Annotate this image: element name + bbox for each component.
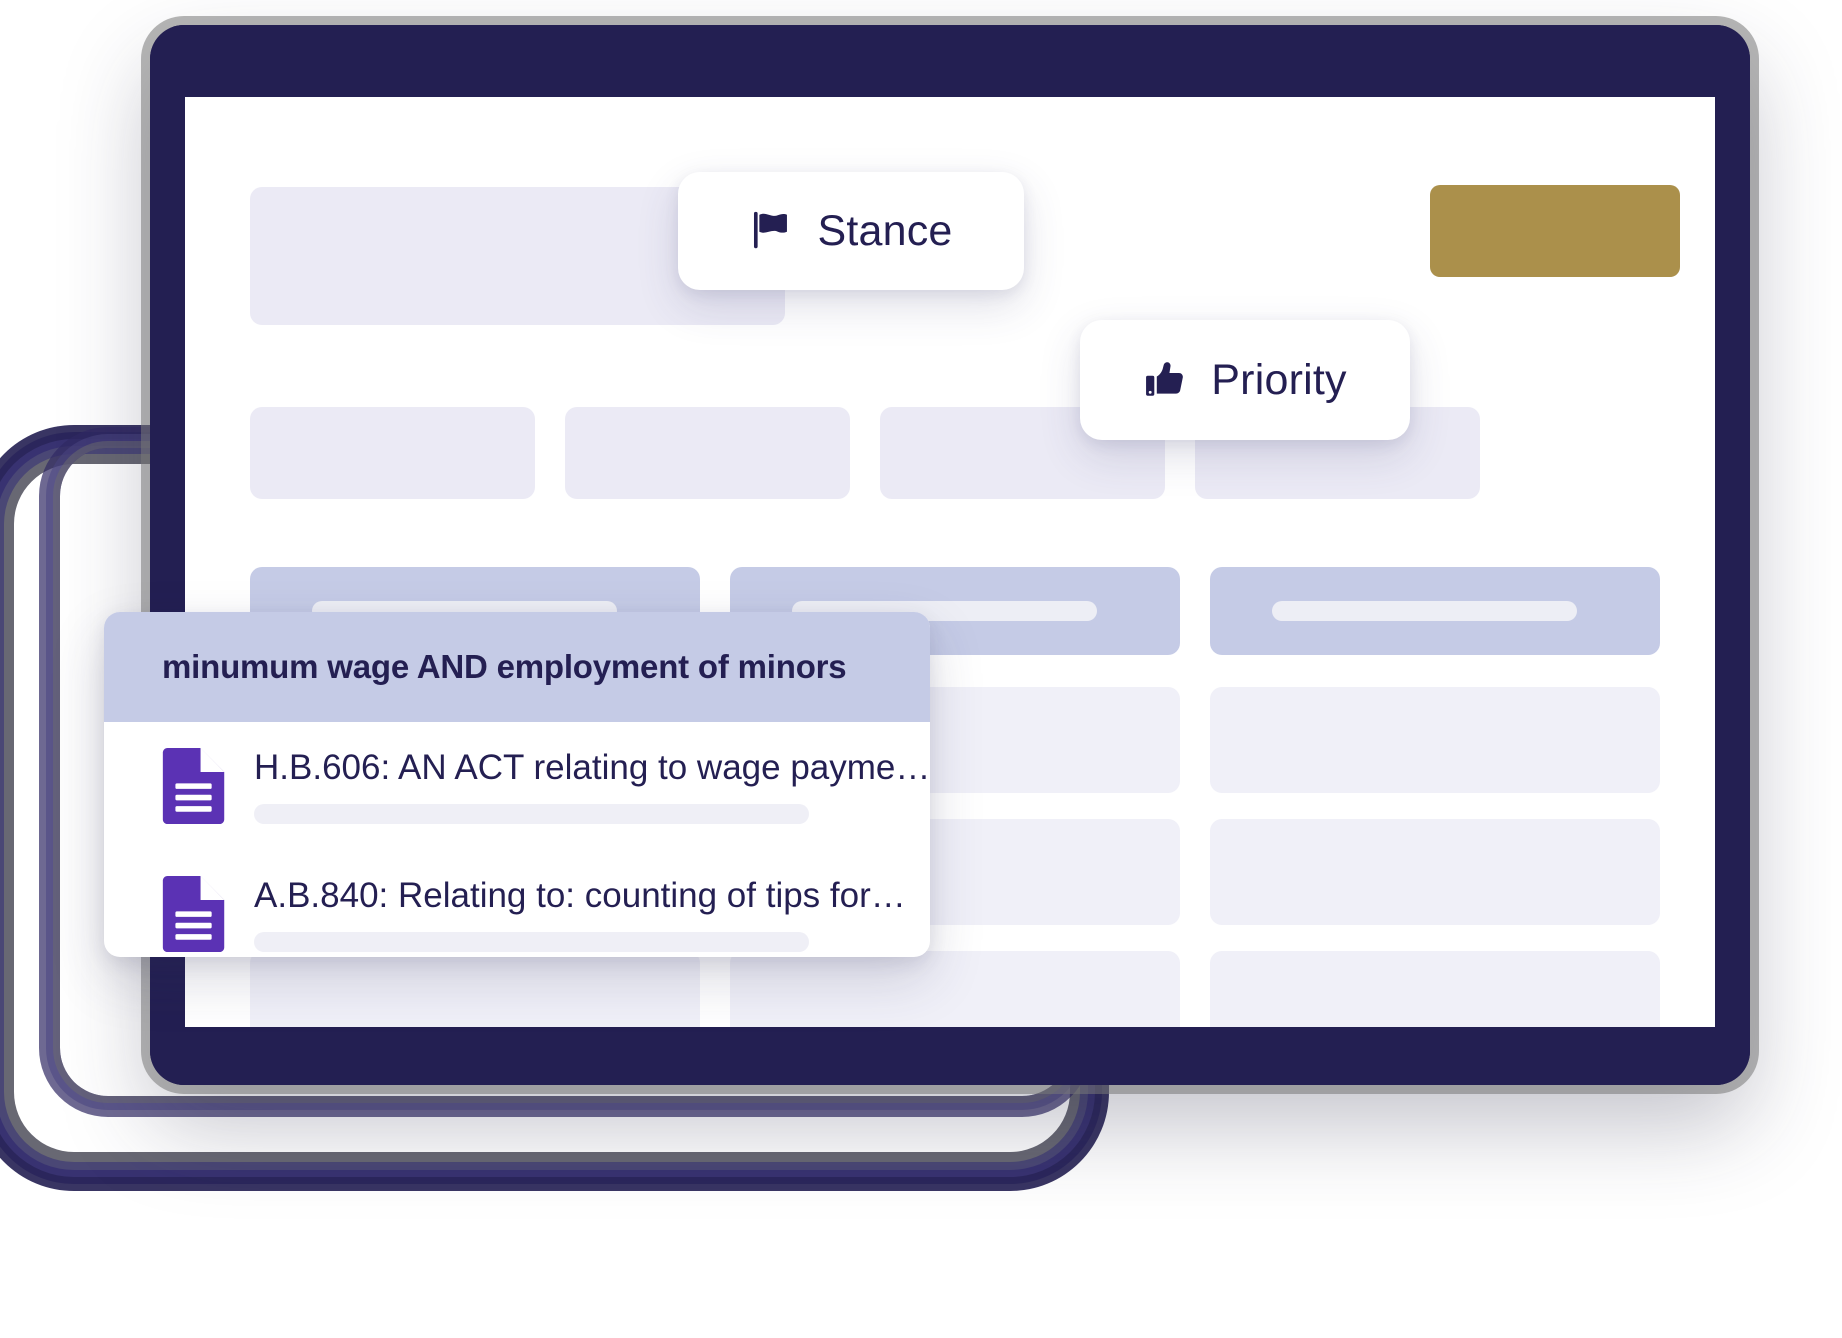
skeleton-row-block	[250, 951, 700, 1027]
list-item-placeholder-bar	[254, 803, 809, 824]
search-results-header: minumum wage AND employment of minors	[104, 612, 930, 722]
list-item-body: H.B.606: AN ACT relating to wage payme…	[254, 744, 930, 824]
browser-bottom-bar	[150, 1027, 1750, 1085]
skeleton-filter-box-1[interactable]	[250, 407, 535, 499]
search-results-list: H.B.606: AN ACT relating to wage payme… …	[104, 722, 930, 957]
search-results-panel: minumum wage AND employment of minors H.…	[104, 612, 930, 957]
skeleton-filter-box-2[interactable]	[565, 407, 850, 499]
thumbs-up-icon	[1143, 357, 1189, 403]
feature-card-stance[interactable]: Stance	[678, 172, 1024, 290]
document-icon	[162, 876, 228, 957]
skeleton-row-block	[1210, 687, 1660, 793]
skeleton-column-header-3	[1210, 567, 1660, 655]
feature-card-label: Stance	[817, 206, 953, 255]
document-icon	[162, 748, 228, 829]
skeleton-row-block	[1210, 951, 1660, 1027]
skeleton-column-header-pill	[1272, 601, 1577, 621]
feature-card-priority[interactable]: Priority	[1080, 320, 1410, 440]
search-query-text: minumum wage AND employment of minors	[162, 648, 847, 685]
feature-card-label: Priority	[1211, 355, 1347, 404]
skeleton-row-block	[730, 951, 1180, 1027]
list-item[interactable]: H.B.606: AN ACT relating to wage payme…	[104, 744, 930, 872]
list-item-title: H.B.606: AN ACT relating to wage payme…	[254, 748, 930, 787]
list-item[interactable]: A.B.840: Relating to: counting of tips f…	[104, 872, 930, 957]
browser-title-bar	[150, 25, 1750, 97]
primary-action-button[interactable]	[1430, 185, 1680, 277]
skeleton-row-block	[1210, 819, 1660, 925]
screenshot-root: Stance Priority minumum wage AND employm…	[0, 0, 1842, 1338]
list-item-title: A.B.840: Relating to: counting of tips f…	[254, 876, 906, 915]
flag-icon	[749, 208, 795, 254]
list-item-body: A.B.840: Relating to: counting of tips f…	[254, 872, 930, 952]
list-item-placeholder-bar	[254, 931, 809, 952]
